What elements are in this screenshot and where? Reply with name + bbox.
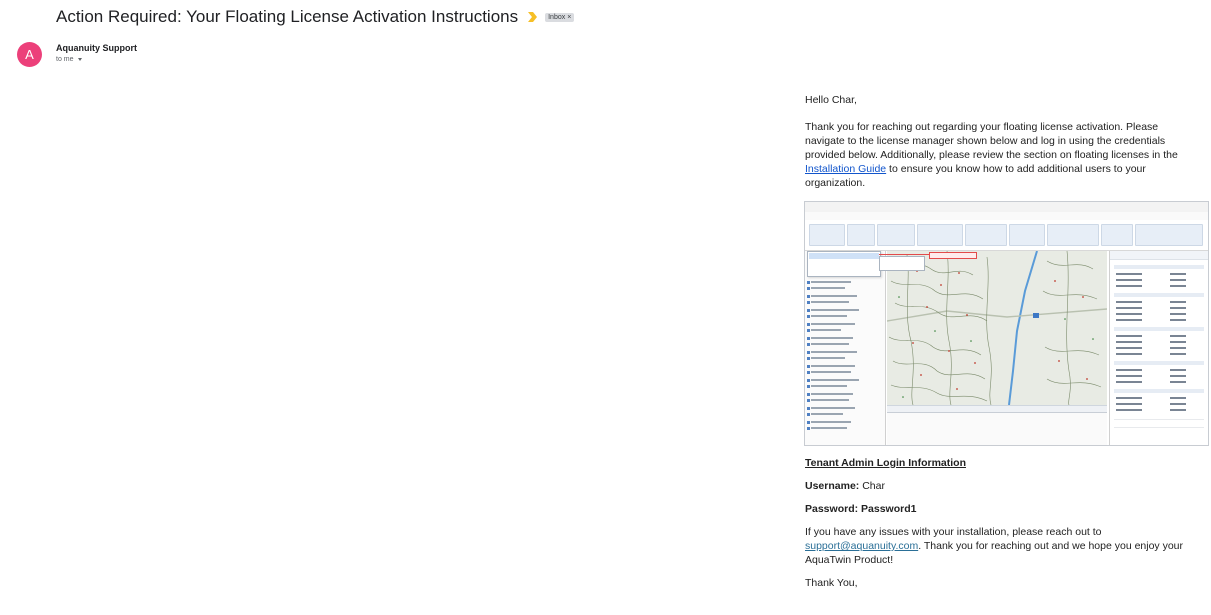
network-map-graphic [887, 251, 1107, 405]
support-email-link[interactable]: support@aquanuity.com [805, 540, 918, 552]
signoff: Thank You, [805, 577, 858, 589]
password-line: Password: Password1 [805, 502, 1200, 516]
ribbon-group [965, 224, 1007, 246]
email-subject: Action Required: Your Floating License A… [56, 7, 519, 26]
ribbon-group [917, 224, 963, 246]
support-paragraph: If you have any issues with your install… [805, 525, 1200, 567]
username-line: Username: Char [805, 479, 1200, 493]
callout-arrow [879, 254, 929, 255]
username-value: Char [859, 480, 885, 492]
inbox-label-text: Inbox [548, 13, 566, 21]
ribbon-group [877, 224, 915, 246]
intro-paragraph: Thank you for reaching out regarding you… [805, 120, 1200, 190]
asset-panel [805, 251, 886, 445]
recipient-line[interactable]: to me [56, 56, 82, 63]
username-label: Username: [805, 480, 860, 492]
ribbon-group [847, 224, 875, 246]
message-panel [887, 412, 1107, 445]
login-info-heading: Tenant Admin Login Information [805, 457, 966, 469]
support-text-1: If you have any issues with your install… [805, 526, 1102, 538]
installation-guide-link[interactable]: Installation Guide [805, 163, 886, 175]
license-dropdown-menu [807, 251, 881, 277]
ribbon-group [1135, 224, 1203, 246]
recipient-text: to me [56, 56, 74, 63]
sender-name[interactable]: Aquanuity Support [56, 43, 137, 53]
greeting: Hello Char, [805, 94, 857, 106]
email-header: Action Required: Your Floating License A… [56, 7, 575, 27]
network-map [887, 251, 1107, 405]
inbox-label-badge[interactable]: Inbox × [545, 12, 575, 22]
importance-marker-icon[interactable] [528, 12, 538, 22]
login-callout [929, 252, 977, 259]
remove-label-icon[interactable]: × [567, 14, 571, 21]
map-status-bar [887, 405, 1107, 412]
password-value: Password1 [858, 503, 917, 515]
email-body: Hello Char, Thank you for reaching out r… [804, 93, 1209, 590]
ribbon-group [1009, 224, 1045, 246]
ribbon-group [1047, 224, 1099, 246]
ribbon-group [1101, 224, 1133, 246]
license-manager-screenshot [804, 201, 1209, 446]
avatar[interactable]: A [17, 42, 42, 67]
license-submenu [879, 256, 925, 271]
intro-text-1: Thank you for reaching out regarding you… [805, 121, 1178, 161]
ribbon-group [809, 224, 845, 246]
license-manager-menu-item [809, 253, 879, 259]
chevron-down-icon[interactable] [77, 58, 82, 61]
password-label: Password: [805, 503, 859, 515]
asset-properties-panel [1109, 251, 1208, 445]
